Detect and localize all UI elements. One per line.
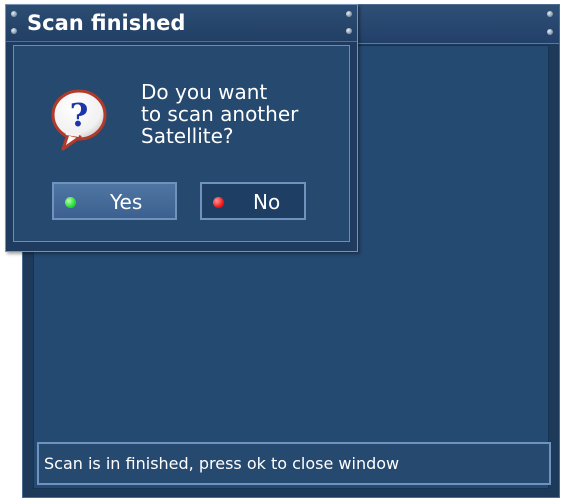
- status-bar: Scan is in finished, press ok to close w…: [37, 442, 551, 485]
- message-line: Do you want: [141, 80, 268, 104]
- screw-icon: [11, 28, 17, 34]
- message-line: Satellite?: [141, 124, 234, 148]
- dialog-title: Scan finished: [27, 11, 186, 35]
- no-button[interactable]: No: [200, 182, 306, 220]
- message-line: to scan another: [141, 102, 299, 126]
- status-text: Scan is in finished, press ok to close w…: [44, 454, 400, 473]
- screen: Scan is in finished, press ok to close w…: [0, 0, 562, 502]
- green-dot-icon: [65, 197, 76, 208]
- dialog-titlebar: Scan finished: [6, 5, 357, 42]
- question-speech-bubble-icon: ?: [51, 89, 107, 151]
- svg-text:?: ?: [70, 96, 89, 134]
- red-dot-icon: [213, 197, 224, 208]
- dialog-body: ? Do you want to scan another Satellite?…: [13, 45, 350, 242]
- scan-finished-dialog: Scan finished ? Do you want to scan anot…: [5, 4, 358, 252]
- screw-icon: [346, 11, 352, 17]
- screw-icon: [346, 28, 352, 34]
- screw-icon: [11, 11, 17, 17]
- dialog-message: Do you want to scan another Satellite?: [141, 81, 298, 147]
- yes-button[interactable]: Yes: [52, 182, 177, 220]
- screw-icon: [547, 29, 553, 35]
- yes-button-label: Yes: [110, 190, 143, 214]
- no-button-label: No: [253, 190, 281, 214]
- screw-icon: [547, 11, 553, 17]
